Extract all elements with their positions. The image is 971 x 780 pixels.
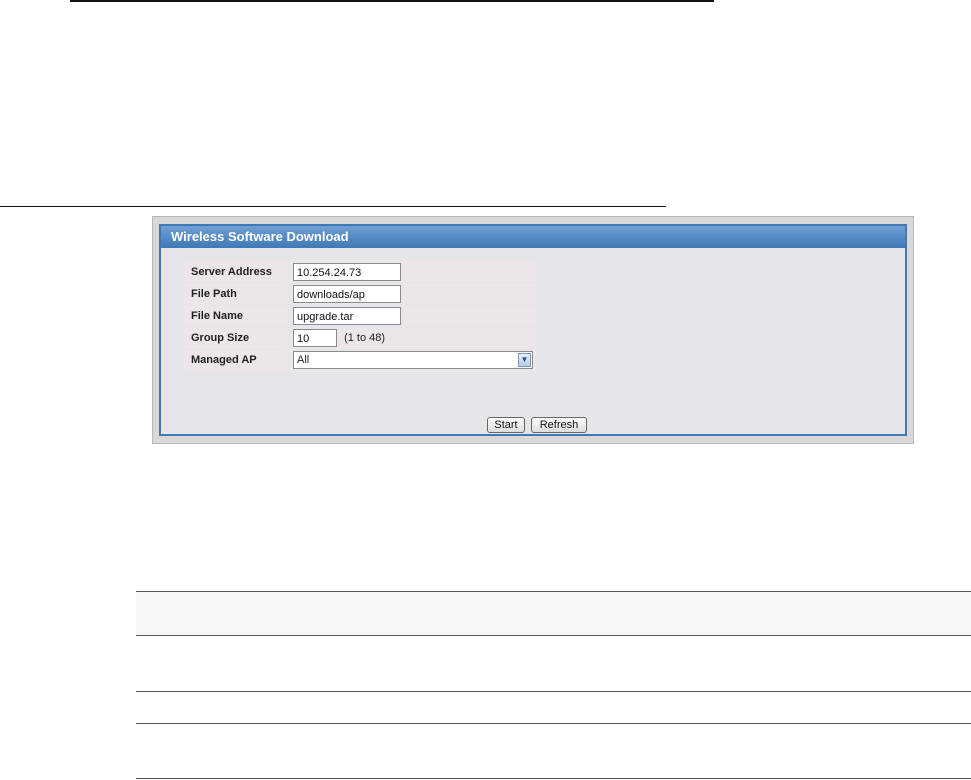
file-name-cell: upgrade.tar	[289, 306, 537, 326]
table-rule	[136, 591, 971, 592]
form-row-file-path: File Path downloads/ap	[183, 284, 537, 304]
file-path-cell: downloads/ap	[289, 284, 537, 304]
form-row-managed-ap: Managed AP All ▼	[183, 350, 537, 370]
panel-frame: Wireless Software Download Server Addres…	[159, 224, 907, 436]
table-header-row	[136, 591, 971, 635]
table-rule	[136, 723, 971, 724]
table-rule	[136, 778, 971, 779]
file-name-input[interactable]: upgrade.tar	[293, 307, 401, 325]
table-rule	[136, 691, 971, 692]
managed-ap-select[interactable]: All ▼	[293, 351, 533, 369]
server-address-label: Server Address	[183, 262, 287, 282]
managed-ap-selected-value: All	[297, 354, 310, 366]
refresh-button[interactable]: Refresh	[531, 417, 587, 433]
wireless-software-download-panel: Wireless Software Download Server Addres…	[152, 216, 914, 444]
managed-ap-label: Managed AP	[183, 350, 287, 370]
panel-title: Wireless Software Download	[161, 226, 905, 248]
form-row-group-size: Group Size 10 (1 to 48)	[183, 328, 537, 348]
file-name-label: File Name	[183, 306, 287, 326]
form-row-server-address: Server Address 10.254.24.73	[183, 262, 537, 282]
managed-ap-cell: All ▼	[289, 350, 537, 370]
group-size-label: Group Size	[183, 328, 287, 348]
form-row-file-name: File Name upgrade.tar	[183, 306, 537, 326]
section-rule	[0, 206, 666, 207]
download-form: Server Address 10.254.24.73 File Path do…	[181, 260, 539, 372]
server-address-input[interactable]: 10.254.24.73	[293, 263, 401, 281]
file-path-label: File Path	[183, 284, 287, 304]
group-size-input[interactable]: 10	[293, 329, 337, 347]
table-rule	[136, 635, 971, 636]
group-size-range-hint: (1 to 48)	[344, 332, 386, 344]
chevron-down-icon[interactable]: ▼	[518, 353, 531, 367]
group-size-cell: 10 (1 to 48)	[289, 328, 537, 348]
start-button[interactable]: Start	[487, 417, 525, 433]
server-address-cell: 10.254.24.73	[289, 262, 537, 282]
file-path-input[interactable]: downloads/ap	[293, 285, 401, 303]
top-rule	[70, 0, 714, 2]
